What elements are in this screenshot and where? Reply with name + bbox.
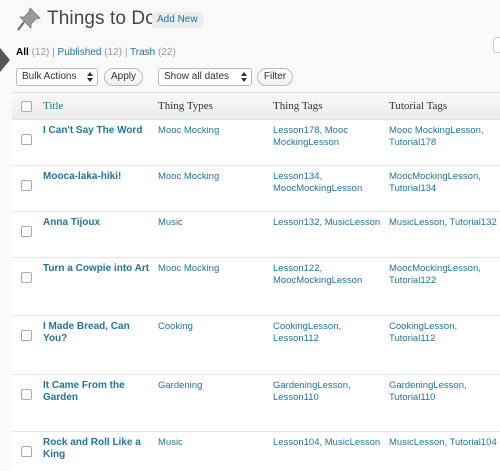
row-tutorial-tags[interactable]: GardeningLesson, Tutorial110 (389, 380, 499, 404)
column-header-thing-tags: Thing Tags (273, 100, 323, 112)
row-thing-types[interactable]: Mooc Mocking (158, 171, 268, 183)
row-checkbox[interactable] (21, 180, 32, 191)
search-input[interactable] (493, 37, 500, 53)
row-thing-types[interactable]: Music (158, 437, 268, 449)
row-title-link[interactable]: It Came From the Garden (43, 380, 151, 404)
row-thing-tags[interactable]: Lesson122, MoocMockingLesson (273, 263, 385, 287)
select-arrows-icon (86, 71, 94, 83)
table-row: I Can't Say The Word Mooc Mocking Lesson… (12, 120, 500, 166)
row-tutorial-tags[interactable]: MoocMockingLesson, Tutorial122 (389, 263, 499, 287)
table-row: Turn a Cowpie into Art Mooc Mocking Less… (12, 258, 500, 316)
filter-button[interactable]: Filter (257, 68, 293, 86)
view-separator: | (52, 47, 55, 58)
row-thing-tags[interactable]: GardeningLesson, Lesson110 (273, 380, 385, 404)
row-thing-types[interactable]: Mooc Mocking (158, 263, 268, 275)
row-tutorial-tags[interactable]: MusicLesson, Tutorial104 (389, 437, 499, 449)
row-thing-types[interactable]: Mooc Mocking (158, 125, 268, 137)
column-header-title[interactable]: Title (43, 100, 63, 112)
table-row: Anna Tijoux Music Lesson132, MusicLesson… (12, 212, 500, 258)
row-thing-tags[interactable]: CookingLesson, Lesson112 (273, 321, 385, 345)
view-separator: | (124, 47, 128, 58)
row-thing-types[interactable]: Gardening (158, 380, 268, 392)
table-row: It Came From the Garden Gardening Garden… (12, 375, 500, 432)
column-header-thing-types: Thing Types (158, 100, 213, 112)
page-title: Things to Do (47, 8, 156, 29)
row-tutorial-tags[interactable]: Mooc MockingLesson, Tutorial178 (389, 125, 499, 149)
row-title-link[interactable]: Rock and Roll Like a King (43, 437, 151, 461)
row-thing-tags[interactable]: Lesson178, Mooc MockingLesson (273, 125, 385, 149)
view-all-count: (12) (31, 47, 50, 58)
row-thing-tags[interactable]: Lesson134, MoocMockingLesson (273, 171, 385, 195)
row-checkbox[interactable] (21, 134, 32, 145)
row-title-link[interactable]: Anna Tijoux (43, 217, 151, 229)
row-tutorial-tags[interactable]: MusicLesson, Tutorial132 (389, 217, 499, 229)
row-title-link[interactable]: I Can't Say The Word (43, 125, 151, 137)
page-header: Things to Do Add New (0, 0, 500, 40)
view-trash-count: (22) (158, 47, 176, 58)
table-header: Title Thing Types Thing Tags Tutorial Ta… (12, 93, 500, 120)
select-arrows-icon (240, 71, 248, 83)
column-header-tutorial-tags: Tutorial Tags (389, 100, 448, 112)
pushpin-icon (17, 7, 41, 31)
row-tutorial-tags[interactable]: CookingLesson, Tutorial112 (389, 321, 499, 345)
row-thing-tags[interactable]: Lesson104, MusicLesson (273, 437, 385, 449)
row-thing-types[interactable]: Cooking (158, 321, 268, 333)
view-all-link[interactable]: All (16, 47, 29, 58)
bulk-actions-select[interactable]: Bulk Actions (16, 68, 98, 86)
row-thing-types[interactable]: Music (158, 217, 268, 229)
add-new-button[interactable]: Add New (152, 12, 203, 28)
row-title-link[interactable]: I Made Bread, Can You? (43, 321, 151, 345)
bulk-actions-value: Bulk Actions (22, 71, 77, 82)
row-title-link[interactable]: Mooca-laka-hiki! (43, 171, 151, 183)
view-published-link[interactable]: Published (58, 47, 102, 58)
row-checkbox[interactable] (21, 272, 32, 283)
row-checkbox[interactable] (21, 330, 32, 341)
apply-button[interactable]: Apply (104, 68, 143, 86)
view-filters: All (12) | Published (12) | Trash (22) (16, 47, 176, 58)
view-trash-link[interactable]: Trash (130, 47, 155, 58)
select-all-checkbox[interactable] (21, 101, 32, 112)
row-title-link[interactable]: Turn a Cowpie into Art (43, 263, 151, 275)
row-checkbox[interactable] (21, 446, 32, 457)
row-thing-tags[interactable]: Lesson132, MusicLesson (273, 217, 385, 229)
row-checkbox[interactable] (21, 389, 32, 400)
dates-filter-value: Show all dates (164, 71, 230, 82)
dates-filter-select[interactable]: Show all dates (158, 68, 252, 86)
table-row: Mooca-laka-hiki! Mooc Mocking Lesson134,… (12, 166, 500, 212)
row-tutorial-tags[interactable]: MoocMockingLesson, Tutorial134 (389, 171, 499, 195)
posts-table: Title Thing Types Thing Tags Tutorial Ta… (12, 92, 500, 471)
table-row: Rock and Roll Like a King Music Lesson10… (12, 432, 500, 471)
menu-collapse-arrow-icon (0, 48, 10, 72)
row-checkbox[interactable] (21, 226, 32, 237)
table-row: I Made Bread, Can You? Cooking CookingLe… (12, 316, 500, 375)
view-published-count: (12) (104, 47, 123, 58)
